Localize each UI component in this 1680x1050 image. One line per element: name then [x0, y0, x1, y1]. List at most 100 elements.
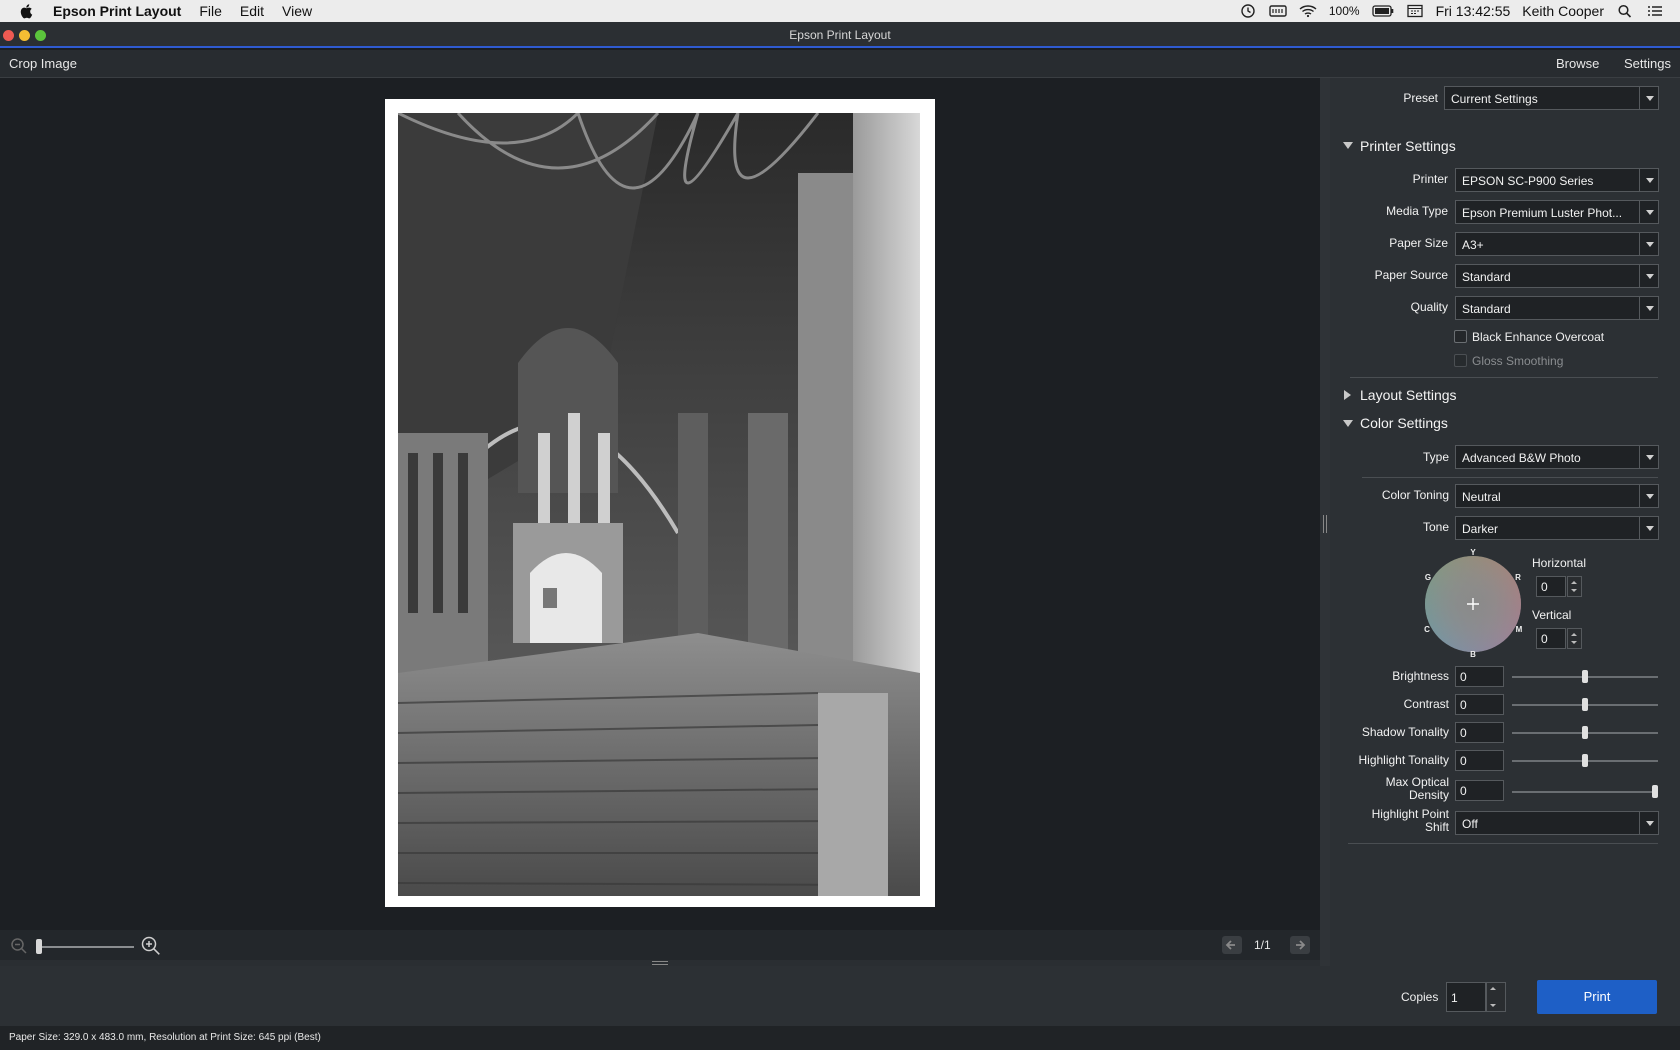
shadow-tonality-input[interactable]: 0	[1455, 722, 1504, 743]
chevron-down-icon	[1639, 233, 1658, 255]
menu-view[interactable]: View	[282, 3, 312, 19]
printer-settings-header[interactable]: Printer Settings	[1360, 138, 1456, 154]
color-wheel[interactable]: Y R M B C G	[1418, 548, 1528, 658]
quality-label: Quality	[1410, 300, 1448, 314]
next-page-button[interactable]	[1290, 936, 1310, 954]
color-toning-select[interactable]: Neutral	[1455, 484, 1659, 508]
time-machine-icon[interactable]	[1239, 4, 1257, 18]
max-optical-density-label-line1: Max Optical	[1385, 775, 1449, 789]
max-optical-density-slider-thumb[interactable]	[1652, 785, 1658, 798]
paper-size-select[interactable]: A3+	[1455, 232, 1659, 256]
contrast-label: Contrast	[1403, 697, 1449, 711]
spotlight-search-icon[interactable]	[1616, 4, 1634, 18]
clock[interactable]: Fri 13:42:55	[1436, 3, 1511, 19]
paper-size-value: A3+	[1462, 238, 1484, 252]
wheel-label-c: C	[1424, 625, 1430, 634]
horizontal-label: Horizontal	[1532, 556, 1587, 570]
user-menu[interactable]: Keith Cooper	[1522, 3, 1604, 19]
zoom-slider-thumb[interactable]	[36, 939, 42, 954]
wifi-icon[interactable]	[1299, 4, 1317, 18]
max-optical-density-input[interactable]: 0	[1455, 780, 1504, 801]
disclosure-right-icon[interactable]	[1344, 390, 1351, 400]
highlight-point-shift-value: Off	[1462, 817, 1478, 831]
browse-button[interactable]: Browse	[1556, 56, 1599, 71]
shadow-tonality-slider-thumb[interactable]	[1582, 726, 1588, 739]
preset-select[interactable]: Current Settings	[1444, 86, 1659, 110]
zoom-out-icon[interactable]	[10, 937, 28, 955]
highlight-point-shift-select[interactable]: Off	[1455, 811, 1659, 835]
apple-icon[interactable]	[19, 3, 35, 19]
tone-label: Tone	[1422, 520, 1449, 534]
zoom-in-icon[interactable]	[140, 935, 162, 957]
quality-select[interactable]: Standard	[1455, 296, 1659, 320]
black-enhance-label[interactable]: Black Enhance Overcoat	[1472, 330, 1604, 344]
contrast-input[interactable]: 0	[1455, 694, 1504, 715]
paper-size-label: Paper Size	[1389, 236, 1448, 250]
highlight-point-shift-label-line2: Shift	[1424, 820, 1449, 834]
notification-center-icon[interactable]	[1646, 4, 1664, 18]
media-type-value: Epson Premium Luster Phot...	[1462, 206, 1623, 220]
horizontal-stepper[interactable]	[1567, 576, 1582, 597]
paper-source-select[interactable]: Standard	[1455, 264, 1659, 288]
copies-stepper[interactable]	[1486, 982, 1506, 1012]
battery-percent: 100%	[1328, 4, 1360, 18]
keyboard-icon[interactable]	[1269, 4, 1287, 18]
quality-value: Standard	[1462, 302, 1511, 316]
layout-settings-header[interactable]: Layout Settings	[1360, 387, 1457, 403]
window-title-bar[interactable]: Epson Print Layout	[0, 22, 1680, 48]
divider	[1348, 843, 1658, 844]
brightness-slider-thumb[interactable]	[1582, 670, 1588, 683]
highlight-tonality-label: Highlight Tonality	[1358, 753, 1450, 767]
photo-preview[interactable]	[398, 113, 920, 896]
arrow-left-icon	[1225, 940, 1235, 950]
disclosure-down-icon[interactable]	[1343, 420, 1353, 427]
crop-image-button[interactable]: Crop Image	[9, 56, 77, 71]
wheel-label-y: Y	[1470, 548, 1476, 557]
brightness-input[interactable]: 0	[1455, 666, 1504, 687]
preset-value: Current Settings	[1451, 92, 1538, 106]
color-toning-label: Color Toning	[1381, 488, 1449, 502]
battery-icon[interactable]	[1371, 4, 1394, 18]
max-optical-density-label: Max Optical Density	[1330, 776, 1449, 802]
chevron-down-icon	[1639, 169, 1658, 191]
max-optical-density-label-line2: Density	[1408, 788, 1449, 802]
wheel-label-m: M	[1516, 625, 1523, 634]
chevron-down-icon	[1639, 446, 1658, 468]
zoom-slider-track[interactable]	[38, 946, 134, 948]
copies-label: Copies	[1401, 990, 1439, 1004]
print-button[interactable]: Print	[1537, 980, 1657, 1014]
highlight-tonality-input[interactable]: 0	[1455, 750, 1504, 771]
highlight-point-shift-label-line1: Highlight Point	[1371, 807, 1449, 821]
menu-file[interactable]: File	[199, 3, 222, 19]
color-type-select[interactable]: Advanced B&W Photo	[1455, 445, 1659, 469]
settings-button[interactable]: Settings	[1624, 56, 1671, 71]
max-optical-density-slider[interactable]	[1512, 791, 1658, 793]
app-menu[interactable]: Epson Print Layout	[53, 3, 181, 19]
disclosure-down-icon[interactable]	[1343, 142, 1353, 149]
media-type-select[interactable]: Epson Premium Luster Phot...	[1455, 200, 1659, 224]
copies-input[interactable]: 1	[1446, 982, 1486, 1012]
splitter-grip-icon[interactable]	[652, 961, 668, 965]
gloss-smoothing-checkbox[interactable]	[1454, 354, 1467, 367]
color-settings-header[interactable]: Color Settings	[1360, 415, 1448, 431]
tone-select[interactable]: Darker	[1455, 516, 1659, 540]
vertical-input[interactable]: 0	[1536, 628, 1566, 649]
black-enhance-checkbox[interactable]	[1454, 330, 1467, 343]
arrow-right-icon	[1296, 940, 1306, 950]
settings-panel: Preset Current Settings Printer Settings…	[1330, 78, 1680, 966]
horizontal-input[interactable]: 0	[1536, 576, 1566, 597]
wheel-label-g: G	[1425, 573, 1431, 582]
paper-preview	[385, 99, 935, 907]
panel-divider-grip-icon[interactable]	[1323, 515, 1327, 533]
vertical-stepper[interactable]	[1567, 628, 1582, 649]
calendar-icon[interactable]	[1406, 4, 1424, 18]
menu-edit[interactable]: Edit	[240, 3, 264, 19]
contrast-slider-thumb[interactable]	[1582, 698, 1588, 711]
highlight-tonality-slider-thumb[interactable]	[1582, 754, 1588, 767]
toolbar: Crop Image Browse Settings	[0, 50, 1680, 78]
previous-page-button[interactable]	[1222, 936, 1242, 954]
type-label: Type	[1422, 450, 1449, 464]
page-indicator: 1/1	[1254, 938, 1271, 952]
printer-select[interactable]: EPSON SC-P900 Series	[1455, 168, 1659, 192]
tone-value: Darker	[1462, 522, 1499, 536]
